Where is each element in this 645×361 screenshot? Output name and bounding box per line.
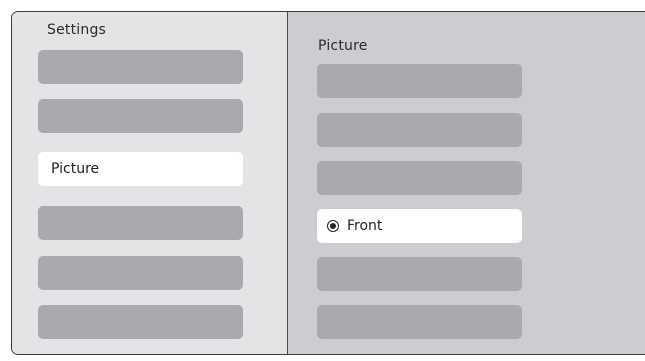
settings-menu-item-6[interactable] [38, 305, 243, 339]
settings-menu-item-1[interactable] [38, 50, 243, 84]
picture-option-1[interactable] [317, 64, 522, 98]
picture-option-front[interactable]: Front [317, 209, 522, 243]
settings-window: Settings Picture Picture Front [11, 11, 645, 355]
radio-dot [330, 223, 336, 229]
picture-option-label: Front [347, 218, 383, 234]
settings-menu-item-4[interactable] [38, 206, 243, 240]
picture-title: Picture [318, 38, 368, 54]
settings-menu-item-2[interactable] [38, 99, 243, 133]
picture-option-2[interactable] [317, 113, 522, 147]
settings-menu-panel: Settings Picture [12, 12, 288, 354]
settings-menu-item-5[interactable] [38, 256, 243, 290]
settings-menu-item-label: Picture [51, 161, 100, 177]
settings-menu-item-picture[interactable]: Picture [38, 152, 243, 186]
picture-option-3[interactable] [317, 161, 522, 195]
radio-checked-icon[interactable] [327, 220, 339, 232]
picture-option-6[interactable] [317, 305, 522, 339]
picture-option-5[interactable] [317, 257, 522, 291]
settings-title: Settings [47, 22, 107, 38]
picture-options-panel: Picture Front [288, 12, 645, 354]
